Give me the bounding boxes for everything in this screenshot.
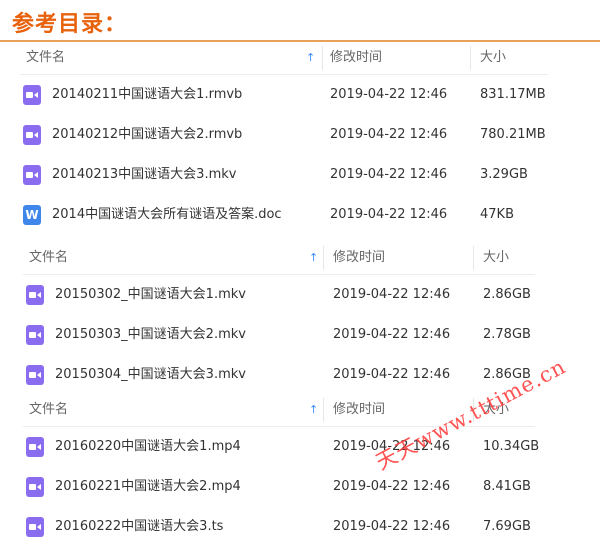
column-header-size[interactable]: 大小	[483, 242, 509, 274]
file-name[interactable]: 20140213中国谜语大会3.mkv	[52, 155, 236, 195]
column-header-name[interactable]: 文件名	[29, 394, 68, 426]
camera-lens-shape	[37, 332, 41, 338]
column-header-name[interactable]: 文件名	[29, 242, 68, 274]
camera-body-shape	[29, 372, 36, 378]
video-file-icon	[26, 517, 44, 537]
file-size: 3.29GB	[480, 167, 528, 182]
video-file-icon	[26, 437, 44, 457]
file-name[interactable]: 20160221中国谜语大会2.mp4	[55, 467, 241, 507]
camera-lens-shape	[37, 524, 41, 530]
video-file-icon	[23, 165, 41, 185]
file-name[interactable]: 20150304_中国谜语大会3.mkv	[55, 355, 246, 395]
camera-lens-shape	[34, 92, 38, 98]
column-separator[interactable]	[470, 46, 471, 70]
file-name[interactable]: 2014中国谜语大会所有谜语及答案.doc	[52, 195, 282, 235]
video-file-icon	[26, 365, 44, 385]
file-row[interactable]: 20140211中国谜语大会1.rmvb 2019-04-22 12:46 831.…	[20, 75, 548, 115]
file-row[interactable]: 20160221中国谜语大会2.mp4 2019-04-22 12:46 8.41G…	[23, 467, 535, 507]
file-list-section: 文件名 ↑ 修改时间 大小 20140211中国谜语大会1.rmvb 2019-04-22…	[20, 42, 548, 235]
column-separator[interactable]	[473, 246, 474, 270]
video-file-icon	[23, 125, 41, 145]
camera-body-shape	[29, 332, 36, 338]
column-header-row: 文件名 ↑ 修改时间 大小	[23, 242, 535, 275]
file-size: 47KB	[480, 207, 514, 222]
file-modified-time: 2019-04-22 12:46	[333, 519, 451, 534]
video-file-icon	[26, 477, 44, 497]
column-header-row: 文件名 ↑ 修改时间 大小	[20, 42, 548, 75]
camera-body-shape	[29, 292, 36, 298]
column-header-size[interactable]: 大小	[480, 42, 506, 74]
file-name[interactable]: 20160220中国谜语大会1.mp4	[55, 427, 241, 467]
file-row[interactable]: 20160222中国谜语大会3.ts 2019-04-22 12:46 7.69GB	[23, 507, 535, 547]
file-name[interactable]: 20140211中国谜语大会1.rmvb	[52, 75, 242, 115]
file-modified-time: 2019-04-22 12:46	[333, 367, 451, 382]
camera-body-shape	[26, 132, 33, 138]
video-file-icon	[23, 85, 41, 105]
file-name[interactable]: 20150302_中国谜语大会1.mkv	[55, 275, 246, 315]
file-modified-time: 2019-04-22 12:46	[333, 287, 451, 302]
file-size: 2.86GB	[483, 287, 531, 302]
file-modified-time: 2019-04-22 12:46	[333, 479, 451, 494]
camera-lens-shape	[34, 172, 38, 178]
file-size: 831.17MB	[480, 87, 546, 102]
word-icon-letter: W	[25, 208, 39, 222]
camera-lens-shape	[37, 372, 41, 378]
file-row[interactable]: 20150302_中国谜语大会1.mkv 2019-04-22 12:46 2.86…	[23, 275, 535, 315]
file-row[interactable]: 20140212中国谜语大会2.rmvb 2019-04-22 12:46 780.…	[20, 115, 548, 155]
camera-body-shape	[26, 172, 33, 178]
file-list-section: 文件名 ↑ 修改时间 大小 20150302_中国谜语大会1.mkv 2019-04-22…	[23, 242, 535, 395]
camera-body-shape	[29, 524, 36, 530]
video-file-icon	[26, 285, 44, 305]
file-row[interactable]: W 2014中国谜语大会所有谜语及答案.doc 2019-04-22 12:46 47…	[20, 195, 548, 235]
sort-ascending-icon[interactable]: ↑	[306, 42, 315, 74]
word-document-icon: W	[23, 205, 41, 225]
file-modified-time: 2019-04-22 12:46	[330, 127, 448, 142]
camera-lens-shape	[34, 132, 38, 138]
column-header-name[interactable]: 文件名	[26, 42, 65, 74]
camera-body-shape	[29, 484, 36, 490]
video-file-icon	[26, 325, 44, 345]
file-size: 7.69GB	[483, 519, 531, 534]
file-modified-time: 2019-04-22 12:46	[330, 207, 448, 222]
file-name[interactable]: 20150303_中国谜语大会2.mkv	[55, 315, 246, 355]
camera-lens-shape	[37, 444, 41, 450]
file-row[interactable]: 20150303_中国谜语大会2.mkv 2019-04-22 12:46 2.78…	[23, 315, 535, 355]
column-separator[interactable]	[322, 46, 323, 70]
column-separator[interactable]	[323, 246, 324, 270]
file-name[interactable]: 20160222中国谜语大会3.ts	[55, 507, 223, 547]
file-modified-time: 2019-04-22 12:46	[330, 87, 448, 102]
file-row[interactable]: 20150304_中国谜语大会3.mkv 2019-04-22 12:46 2.86…	[23, 355, 535, 395]
file-size: 10.34GB	[483, 439, 540, 454]
camera-body-shape	[26, 92, 33, 98]
column-header-modified[interactable]: 修改时间	[333, 394, 385, 426]
column-header-modified[interactable]: 修改时间	[333, 242, 385, 274]
file-name[interactable]: 20140212中国谜语大会2.rmvb	[52, 115, 242, 155]
page-title: 参考目录：	[12, 11, 128, 37]
file-size: 780.21MB	[480, 127, 546, 142]
file-size: 2.78GB	[483, 327, 531, 342]
column-header-modified[interactable]: 修改时间	[330, 42, 382, 74]
column-separator[interactable]	[323, 398, 324, 422]
sort-ascending-icon[interactable]: ↑	[309, 242, 318, 274]
camera-lens-shape	[37, 292, 41, 298]
sort-ascending-icon[interactable]: ↑	[309, 394, 318, 426]
file-modified-time: 2019-04-22 12:46	[333, 327, 451, 342]
file-row[interactable]: 20140213中国谜语大会3.mkv 2019-04-22 12:46 3.29G…	[20, 155, 548, 195]
camera-lens-shape	[37, 484, 41, 490]
camera-body-shape	[29, 444, 36, 450]
file-size: 8.41GB	[483, 479, 531, 494]
file-modified-time: 2019-04-22 12:46	[330, 167, 448, 182]
